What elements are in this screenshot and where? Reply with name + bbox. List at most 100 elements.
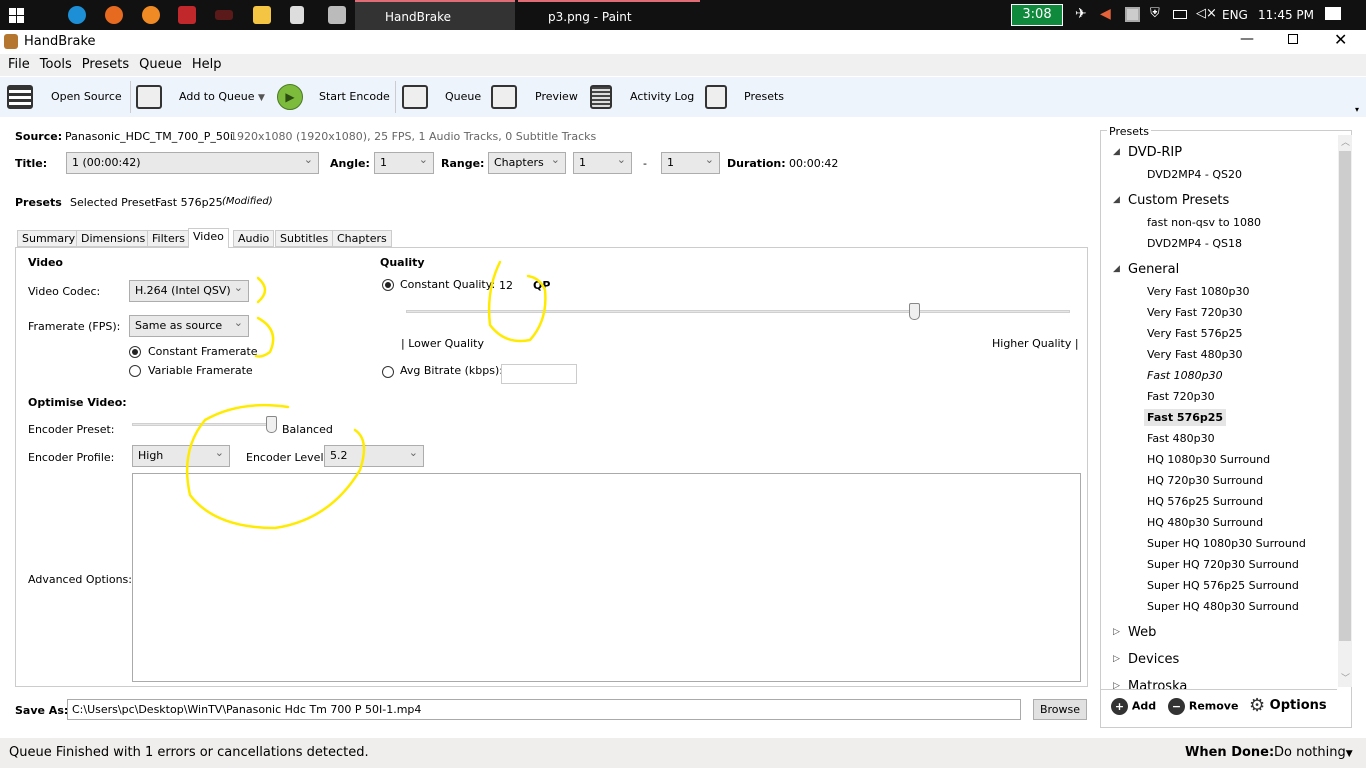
preset-group[interactable]: Web	[1128, 625, 1156, 640]
scroll-up-icon[interactable]: ︿	[1341, 135, 1350, 148]
preset-group[interactable]: Custom Presets	[1128, 193, 1229, 208]
queue-button[interactable]: Queue	[445, 77, 481, 117]
expand-arrow-icon[interactable]: ▷	[1113, 654, 1120, 664]
mute-icon[interactable]: ◁×	[1196, 6, 1217, 21]
preset-item[interactable]: Super HQ 1080p30 Surround	[1147, 537, 1306, 550]
maximize-button[interactable]	[1288, 34, 1298, 44]
taskbar-tab-paint[interactable]: p3.png - Paint	[518, 0, 700, 30]
menu-file[interactable]: File	[8, 57, 30, 72]
preset-item[interactable]: Fast 1080p30	[1147, 369, 1223, 382]
preset-item[interactable]: HQ 480p30 Surround	[1147, 516, 1263, 529]
start-icon[interactable]	[9, 8, 24, 23]
preset-item[interactable]: Very Fast 480p30	[1147, 348, 1243, 361]
touchpad-icon[interactable]	[1125, 7, 1140, 22]
close-button[interactable]: ✕	[1334, 30, 1347, 49]
app-icon[interactable]	[215, 10, 233, 20]
presets-button[interactable]: Presets	[744, 77, 784, 117]
toolbar-overflow-icon[interactable]: ▾	[1355, 105, 1359, 114]
collapse-arrow-icon[interactable]: ◢	[1113, 147, 1120, 157]
preset-item[interactable]: HQ 1080p30 Surround	[1147, 453, 1270, 466]
language-indicator[interactable]: ENG	[1222, 8, 1248, 22]
preset-item[interactable]: Fast 576p25	[1144, 409, 1227, 426]
taskbar-tab-handbrake[interactable]: HandBrake	[355, 0, 515, 30]
preset-options-button[interactable]: ⚙ Options	[1249, 695, 1327, 716]
menu-queue[interactable]: Queue	[139, 57, 182, 72]
preset-group[interactable]: DVD-RIP	[1128, 145, 1182, 160]
when-done-dropdown[interactable]: Do nothing▼	[1274, 745, 1353, 760]
range-start-dropdown[interactable]: 1	[573, 152, 632, 174]
advanced-options-textarea[interactable]	[132, 473, 1081, 682]
preset-item[interactable]: Super HQ 720p30 Surround	[1147, 558, 1299, 571]
tab-subtitles[interactable]: Subtitles	[275, 230, 334, 247]
airplane-icon[interactable]: ✈	[1075, 6, 1087, 22]
preset-item[interactable]: Very Fast 720p30	[1147, 306, 1243, 319]
start-encode-button[interactable]: Start Encode	[319, 77, 390, 117]
preset-item[interactable]: HQ 720p30 Surround	[1147, 474, 1263, 487]
tab-audio[interactable]: Audio	[233, 230, 275, 247]
browse-button[interactable]: Browse	[1033, 699, 1087, 720]
tab-chapters[interactable]: Chapters	[332, 230, 392, 247]
tab-dimensions[interactable]: Dimensions	[76, 230, 151, 247]
defender-warning-icon[interactable]: ⛨	[1150, 6, 1160, 21]
range-end-dropdown[interactable]: 1	[661, 152, 720, 174]
menu-help[interactable]: Help	[192, 57, 222, 72]
add-preset-button[interactable]: + Add	[1111, 698, 1156, 715]
expand-arrow-icon[interactable]: ▷	[1113, 627, 1120, 637]
open-source-button[interactable]: Open Source	[51, 77, 122, 117]
angle-dropdown[interactable]: 1	[374, 152, 434, 174]
avg-bitrate-radio[interactable]	[382, 366, 394, 378]
activity-log-button[interactable]: Activity Log	[630, 77, 694, 117]
range-dropdown[interactable]: Chapters	[488, 152, 566, 174]
preset-item[interactable]: fast non-qsv to 1080	[1147, 216, 1261, 229]
avg-bitrate-input[interactable]	[501, 364, 577, 384]
expand-arrow-icon[interactable]: ▷	[1113, 681, 1120, 689]
preset-item[interactable]: Very Fast 1080p30	[1147, 285, 1250, 298]
scroll-down-icon[interactable]: ﹀	[1341, 671, 1350, 684]
preset-item[interactable]: DVD2MP4 - QS20	[1147, 168, 1242, 181]
edge-icon[interactable]	[68, 6, 86, 24]
encoder-level-dropdown[interactable]: 5.2	[324, 445, 424, 467]
video-codec-dropdown[interactable]: H.264 (Intel QSV)	[129, 280, 249, 302]
tab-video[interactable]: Video	[188, 228, 229, 248]
preset-group[interactable]: General	[1128, 262, 1179, 277]
scrollbar-thumb[interactable]	[1339, 151, 1351, 641]
save-as-path-input[interactable]: C:\Users\pc\Desktop\WinTV\Panasonic Hdc …	[67, 699, 1021, 720]
preset-item[interactable]: Super HQ 576p25 Surround	[1147, 579, 1299, 592]
preset-group[interactable]: Devices	[1128, 652, 1179, 667]
menu-tools[interactable]: Tools	[40, 57, 72, 72]
preset-item[interactable]: HQ 576p25 Surround	[1147, 495, 1263, 508]
encoder-preset-thumb[interactable]	[266, 416, 277, 433]
calculator-icon[interactable]	[290, 6, 304, 24]
tab-filters[interactable]: Filters	[147, 230, 190, 247]
speaker-icon[interactable]: ◀	[1100, 6, 1111, 22]
encoder-preset-slider[interactable]	[132, 416, 277, 433]
collapse-arrow-icon[interactable]: ◢	[1113, 264, 1120, 274]
add-to-queue-button[interactable]: Add to Queue ▼	[179, 77, 265, 117]
clapper-icon[interactable]	[328, 6, 346, 24]
remove-preset-button[interactable]: − Remove	[1168, 698, 1238, 715]
preset-item[interactable]: Fast 480p30	[1147, 432, 1215, 445]
file-explorer-icon[interactable]	[253, 6, 271, 24]
collapse-arrow-icon[interactable]: ◢	[1113, 195, 1120, 205]
firefox-icon[interactable]	[105, 6, 123, 24]
notification-icon[interactable]	[1325, 7, 1341, 20]
battery-timer[interactable]: 3:08	[1011, 4, 1063, 26]
quality-slider-track[interactable]	[406, 303, 1070, 320]
preset-item[interactable]: Super HQ 480p30 Surround	[1147, 600, 1299, 613]
firefox-icon[interactable]	[142, 6, 160, 24]
framerate-dropdown[interactable]: Same as source	[129, 315, 249, 337]
preview-button[interactable]: Preview	[535, 77, 578, 117]
title-dropdown[interactable]: 1 (00:00:42)	[66, 152, 319, 174]
dropdown-arrow-icon[interactable]: ▼	[258, 93, 265, 103]
quality-slider-thumb[interactable]	[909, 303, 921, 320]
preset-group[interactable]: Matroska	[1128, 679, 1187, 689]
encoder-profile-dropdown[interactable]: High	[132, 445, 230, 467]
tab-summary[interactable]: Summary	[17, 230, 81, 247]
variable-framerate-radio[interactable]	[129, 365, 141, 377]
presets-scrollbar[interactable]: ︿ ﹀	[1338, 135, 1352, 687]
constant-quality-radio[interactable]	[382, 279, 394, 291]
menu-presets[interactable]: Presets	[82, 57, 129, 72]
clock[interactable]: 11:45 PM	[1258, 8, 1314, 22]
preset-item[interactable]: DVD2MP4 - QS18	[1147, 237, 1242, 250]
battery-icon[interactable]	[1173, 10, 1187, 19]
